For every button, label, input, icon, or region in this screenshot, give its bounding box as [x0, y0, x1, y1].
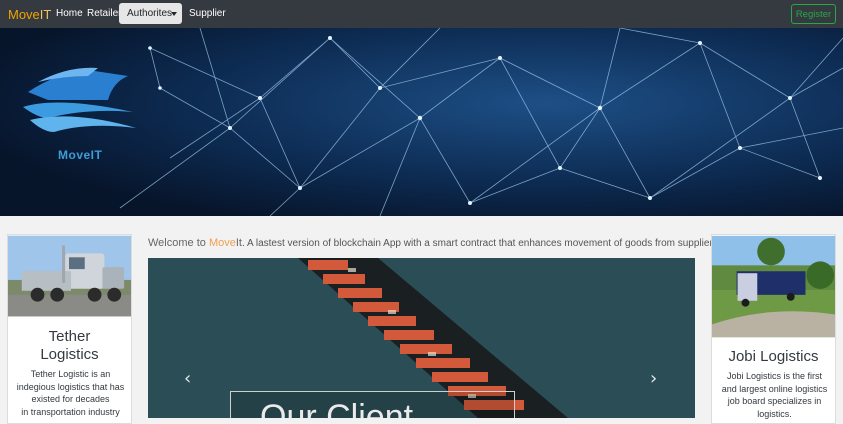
- brand-it-text: IT: [39, 7, 52, 22]
- card-title: Jobi Logistics: [728, 348, 819, 365]
- jobi-logistics-card: Jobi Logistics Jobi Logistics is the fir…: [711, 234, 836, 424]
- card-title-line2: Logistics: [40, 346, 99, 363]
- carousel-caption: Our Client: [260, 398, 414, 418]
- nav-home[interactable]: Home: [56, 8, 83, 19]
- card-text-line: Tether Logistic is an: [30, 369, 111, 379]
- nav-authorites-dropdown[interactable]: Authorites: [119, 3, 182, 24]
- card-text-line: indegious logistics that has: [16, 381, 125, 392]
- hero-banner: MoveIT: [0, 28, 843, 216]
- truck-image: [8, 235, 131, 317]
- ship-icon: [23, 67, 136, 132]
- card-text-line: and largest online logistics: [721, 383, 828, 394]
- card-text: Jobi Logistics is the first and largest …: [718, 370, 831, 420]
- card-text-line: job board specializes in: [727, 396, 822, 406]
- nav-retailer[interactable]: Retailer: [87, 8, 121, 19]
- welcome-prefix: Welcome to: [148, 237, 209, 249]
- logo-text: MoveIT: [58, 148, 103, 162]
- register-button[interactable]: Register: [791, 4, 836, 24]
- client-carousel[interactable]: ‹ › Our Client: [148, 258, 695, 418]
- chevron-right-icon[interactable]: ›: [650, 368, 657, 389]
- welcome-message: Welcome to MoveIt. A lastest version of …: [148, 237, 759, 249]
- card-title-line1: Tether: [48, 328, 91, 345]
- brand-logo[interactable]: MoveIT: [8, 7, 51, 22]
- card-text-line: existed for decades: [31, 394, 110, 404]
- truck-road-image: [712, 235, 835, 338]
- welcome-text: . A lastest version of blockchain App wi…: [241, 238, 760, 249]
- card-text-line: Jobi Logistics is the first: [726, 371, 823, 381]
- nav-supplier[interactable]: Supplier: [189, 8, 226, 19]
- chevron-left-icon[interactable]: ‹: [184, 368, 191, 389]
- navbar: MoveIT Home Retailer Authorites Supplier…: [0, 0, 843, 28]
- tether-logistics-card: Tether Logistics Tether Logistic is an i…: [7, 234, 132, 424]
- welcome-brand: Move: [208, 237, 236, 249]
- card-text-line: in transportation industry: [21, 406, 120, 417]
- brand-move-text: Move: [8, 7, 40, 22]
- card-text: Tether Logistic is an indegious logistic…: [14, 368, 127, 418]
- moveit-ship-logo: MoveIT: [18, 62, 138, 162]
- dropdown-label: Authorites: [127, 8, 173, 19]
- caret-down-icon: [171, 12, 177, 16]
